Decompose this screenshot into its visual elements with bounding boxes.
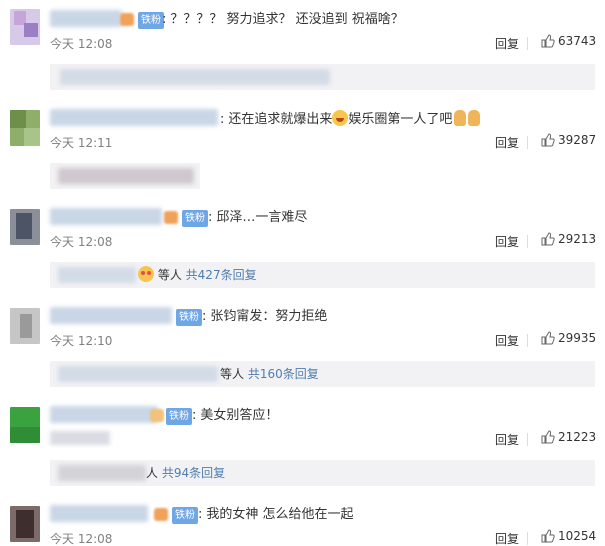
thumbs-up-icon (541, 529, 555, 543)
thumbs-up-icon (541, 34, 555, 48)
member-badge-icon (120, 13, 134, 26)
comment-text: : 还在追求就爆出来 娱乐圈第一人了吧 (220, 110, 481, 129)
reply-button[interactable]: 回复 (495, 35, 519, 52)
comment-item: : 还在追求就爆出来 娱乐圈第一人了吧 今天 12:11 回复 39287 (0, 99, 605, 198)
like-count: 29935 (558, 331, 597, 345)
thumbs-up-emoji-icon (468, 110, 481, 126)
avatar[interactable] (10, 506, 40, 542)
divider (527, 37, 528, 50)
comment-time-blurred (50, 431, 110, 445)
thumbs-up-icon (541, 232, 555, 246)
thumbs-up-icon (541, 430, 555, 444)
fan-badge: 铁粉 (182, 210, 208, 227)
reply-button[interactable]: 回复 (495, 233, 519, 250)
avatar[interactable] (10, 209, 40, 245)
avatar[interactable] (10, 9, 40, 45)
reply-button[interactable]: 回复 (495, 134, 519, 151)
member-badge-icon (164, 211, 178, 224)
like-button[interactable]: 63743 (541, 34, 596, 48)
reply-button[interactable]: 回复 (495, 332, 519, 349)
reply-button[interactable]: 回复 (495, 431, 519, 448)
view-replies-link[interactable]: 共94条回复 (162, 466, 225, 480)
divider (527, 235, 528, 248)
username-blurred[interactable] (50, 505, 148, 522)
sub-reply-summary[interactable]: 等人 共427条回复 (138, 266, 257, 284)
sub-reply-blurred (58, 267, 136, 283)
comment-time: 今天 12:08 (50, 235, 113, 249)
fan-badge: 铁粉 (172, 507, 198, 524)
username-blurred[interactable] (50, 10, 122, 27)
comment-text: : 美女别答应！ (192, 408, 279, 423)
member-badge-icon (154, 508, 168, 521)
thumbs-up-icon (541, 331, 555, 345)
comment-item: 铁粉 :？？？？ 努力追求？ 还没追到 祝福啥？ 今天 12:08 回复 637… (0, 0, 605, 99)
divider (527, 433, 528, 446)
sub-reply-box[interactable] (50, 64, 595, 90)
divider (527, 532, 528, 545)
username-blurred[interactable] (50, 208, 162, 225)
comment-text: : 我的女神 怎么给他在一起 (198, 507, 354, 522)
avatar[interactable] (10, 308, 40, 344)
like-count: 21223 (558, 430, 597, 444)
sub-reply-summary[interactable]: 等人 共160条回复 (220, 365, 319, 383)
view-replies-link[interactable]: 共160条回复 (248, 367, 319, 381)
fan-badge: 铁粉 (166, 408, 192, 425)
sub-reply-blurred (58, 465, 146, 481)
like-button[interactable]: 39287 (541, 133, 596, 147)
sub-reply-blurred (60, 69, 330, 85)
fan-badge: 铁粉 (176, 309, 202, 326)
comment-time: 今天 12:08 (50, 37, 113, 51)
thumbs-up-icon (541, 133, 555, 147)
thumbs-up-emoji-icon (454, 110, 467, 126)
reply-button[interactable]: 回复 (495, 530, 519, 546)
heart-eyes-emoji-icon (138, 266, 154, 282)
username-blurred[interactable] (50, 307, 172, 324)
sub-reply-box[interactable]: 等人 共160条回复 (50, 361, 595, 387)
like-button[interactable]: 29935 (541, 331, 596, 345)
comment-text: :？？？？ 努力追求？ 还没追到 祝福啥？ (162, 12, 404, 27)
comment-text: : 张钧甯发：努力拒绝 (202, 309, 328, 324)
like-count: 29213 (558, 232, 597, 246)
sub-reply-box[interactable]: 人 共94条回复 (50, 460, 595, 486)
member-badge-icon (150, 409, 164, 422)
avatar[interactable] (10, 110, 40, 146)
sub-reply-summary[interactable]: 人 共94条回复 (146, 464, 225, 482)
divider (527, 334, 528, 347)
like-count: 39287 (558, 133, 597, 147)
comment-text: : 邱泽…一言难尽 (208, 210, 308, 225)
comment-time: 今天 12:08 (50, 532, 113, 546)
view-replies-link[interactable]: 共427条回复 (186, 268, 257, 282)
comment-time: 今天 12:10 (50, 334, 113, 348)
comment-item: 铁粉 : 我的女神 怎么给他在一起 今天 12:08 回复 10254 (0, 495, 605, 546)
like-button[interactable]: 21223 (541, 430, 596, 444)
sub-reply-blurred (58, 168, 194, 184)
divider (527, 136, 528, 149)
comment-item: 铁粉 : 张钧甯发：努力拒绝 今天 12:10 回复 29935 等人 共160条… (0, 297, 605, 396)
comment-item: 铁粉 : 邱泽…一言难尽 今天 12:08 回复 29213 等人 共427条回复 (0, 198, 605, 297)
fan-badge: 铁粉 (138, 12, 164, 29)
username-blurred[interactable] (50, 406, 158, 423)
sub-reply-blurred (58, 366, 218, 382)
comment-item: 铁粉 : 美女别答应！ 回复 21223 人 共94条回复 (0, 396, 605, 495)
like-button[interactable]: 29213 (541, 232, 596, 246)
like-button[interactable]: 10254 (541, 529, 596, 543)
laugh-emoji-icon (332, 110, 349, 126)
username-blurred[interactable] (50, 109, 218, 126)
sub-reply-box[interactable]: 等人 共427条回复 (50, 262, 595, 288)
avatar[interactable] (10, 407, 40, 443)
like-count: 63743 (558, 34, 597, 48)
sub-reply-box[interactable] (50, 163, 200, 189)
like-count: 10254 (558, 529, 597, 543)
comment-time: 今天 12:11 (50, 136, 113, 150)
